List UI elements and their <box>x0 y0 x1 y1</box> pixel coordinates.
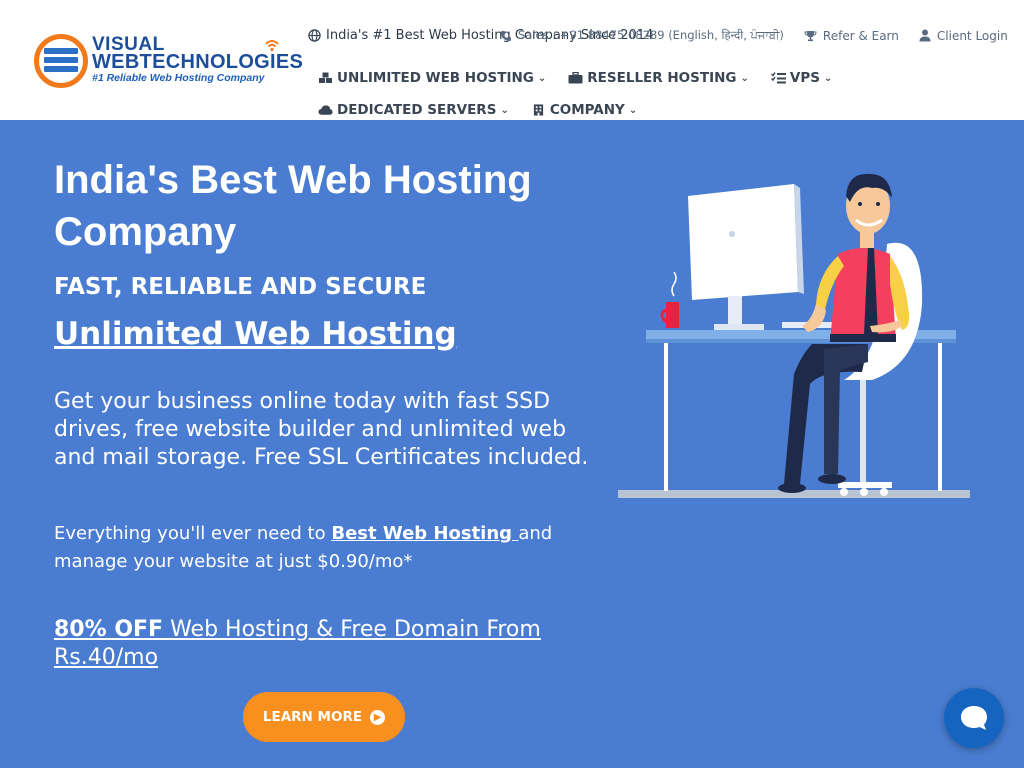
site-logo[interactable]: VISUAL WEBTECHNOLOGIES #1 Reliable Web H… <box>34 30 304 90</box>
sales-text: Sales : +91 88475 08289 (English, हिन्दी… <box>518 28 784 42</box>
nav-unlimited-label: UNLIMITED WEB HOSTING <box>337 70 534 86</box>
chat-icon <box>961 706 987 730</box>
sales-link[interactable]: Sales : +91 88475 08289 (English, हिन्दी… <box>500 28 784 43</box>
chat-widget-button[interactable] <box>944 688 1004 748</box>
tasks-icon <box>770 72 786 84</box>
nav-company[interactable]: COMPANY ⌄ <box>531 102 637 118</box>
cloud-icon <box>318 105 333 115</box>
globe-icon <box>308 29 321 42</box>
promo-discount: 80% OFF <box>54 617 164 642</box>
chevron-down-icon: ⌄ <box>628 104 638 116</box>
cubes-icon <box>319 72 332 83</box>
nav-reseller-hosting[interactable]: RESELLER HOSTING ⌄ <box>568 70 749 86</box>
nav-unlimited-web-hosting[interactable]: UNLIMITED WEB HOSTING ⌄ <box>318 70 546 86</box>
logo-name-line2: WEBTECHNOLOGIES <box>92 51 304 73</box>
main-nav-row-1: UNLIMITED WEB HOSTING ⌄ RESELLER HOSTING… <box>318 70 832 86</box>
building-icon <box>533 104 543 116</box>
briefcase-icon <box>568 72 583 84</box>
user-icon <box>919 29 931 42</box>
client-login-text: Client Login <box>936 28 1008 43</box>
trophy-icon <box>804 30 817 41</box>
phone-icon <box>501 30 511 41</box>
refer-earn-link[interactable]: Refer & Earn <box>804 28 899 43</box>
promo-link[interactable]: 80% OFF Web Hosting & Free Domain From R… <box>54 616 614 672</box>
hero-title: India's Best Web Hosting Company <box>54 158 532 254</box>
chevron-down-icon: ⌄ <box>740 72 749 84</box>
learn-more-label: LEARN MORE <box>262 709 363 725</box>
hero-illustration <box>618 173 970 498</box>
nav-reseller-label: RESELLER HOSTING <box>587 70 737 86</box>
chevron-down-icon: ⌄ <box>823 72 833 84</box>
learn-more-button[interactable]: LEARN MORE ▶ <box>243 692 405 742</box>
hero-price-line: Everything you'll ever need to Best Web … <box>54 520 574 576</box>
chevron-down-icon: ⌄ <box>537 72 547 84</box>
price-line-before: Everything you'll ever need to <box>54 523 332 544</box>
hero-subtitle-fast: FAST, RELIABLE AND SECURE <box>54 274 427 300</box>
client-login-link[interactable]: Client Login <box>919 28 1008 43</box>
hero-section: India's Best Web Hosting Company FAST, R… <box>0 120 1024 768</box>
nav-dedicated-servers[interactable]: DEDICATED SERVERS ⌄ <box>318 102 509 118</box>
nav-company-label: COMPANY <box>549 102 625 118</box>
hero-subtitle-unlimited[interactable]: Unlimited Web Hosting <box>54 316 457 352</box>
nav-dedicated-label: DEDICATED SERVERS <box>337 102 497 118</box>
refer-earn-text: Refer & Earn <box>822 28 899 43</box>
arrow-circle-right-icon: ▶ <box>370 709 386 725</box>
nav-vps-label: VPS <box>789 70 820 86</box>
hero-description: Get your business online today with fast… <box>54 389 589 470</box>
server-logo-icon <box>44 48 78 72</box>
logo-tagline: #1 Reliable Web Hosting Company <box>92 72 265 84</box>
wifi-icon <box>265 40 279 52</box>
top-links: Sales : +91 88475 08289 (English, हिन्दी… <box>500 28 1008 43</box>
best-web-hosting-link[interactable]: Best Web Hosting <box>331 523 518 544</box>
chevron-down-icon: ⌄ <box>500 104 509 116</box>
nav-vps[interactable]: VPS ⌄ <box>770 70 833 86</box>
main-nav-row-2: DEDICATED SERVERS ⌄ COMPANY ⌄ <box>318 102 637 118</box>
site-header: VISUAL WEBTECHNOLOGIES #1 Reliable Web H… <box>0 0 1024 120</box>
